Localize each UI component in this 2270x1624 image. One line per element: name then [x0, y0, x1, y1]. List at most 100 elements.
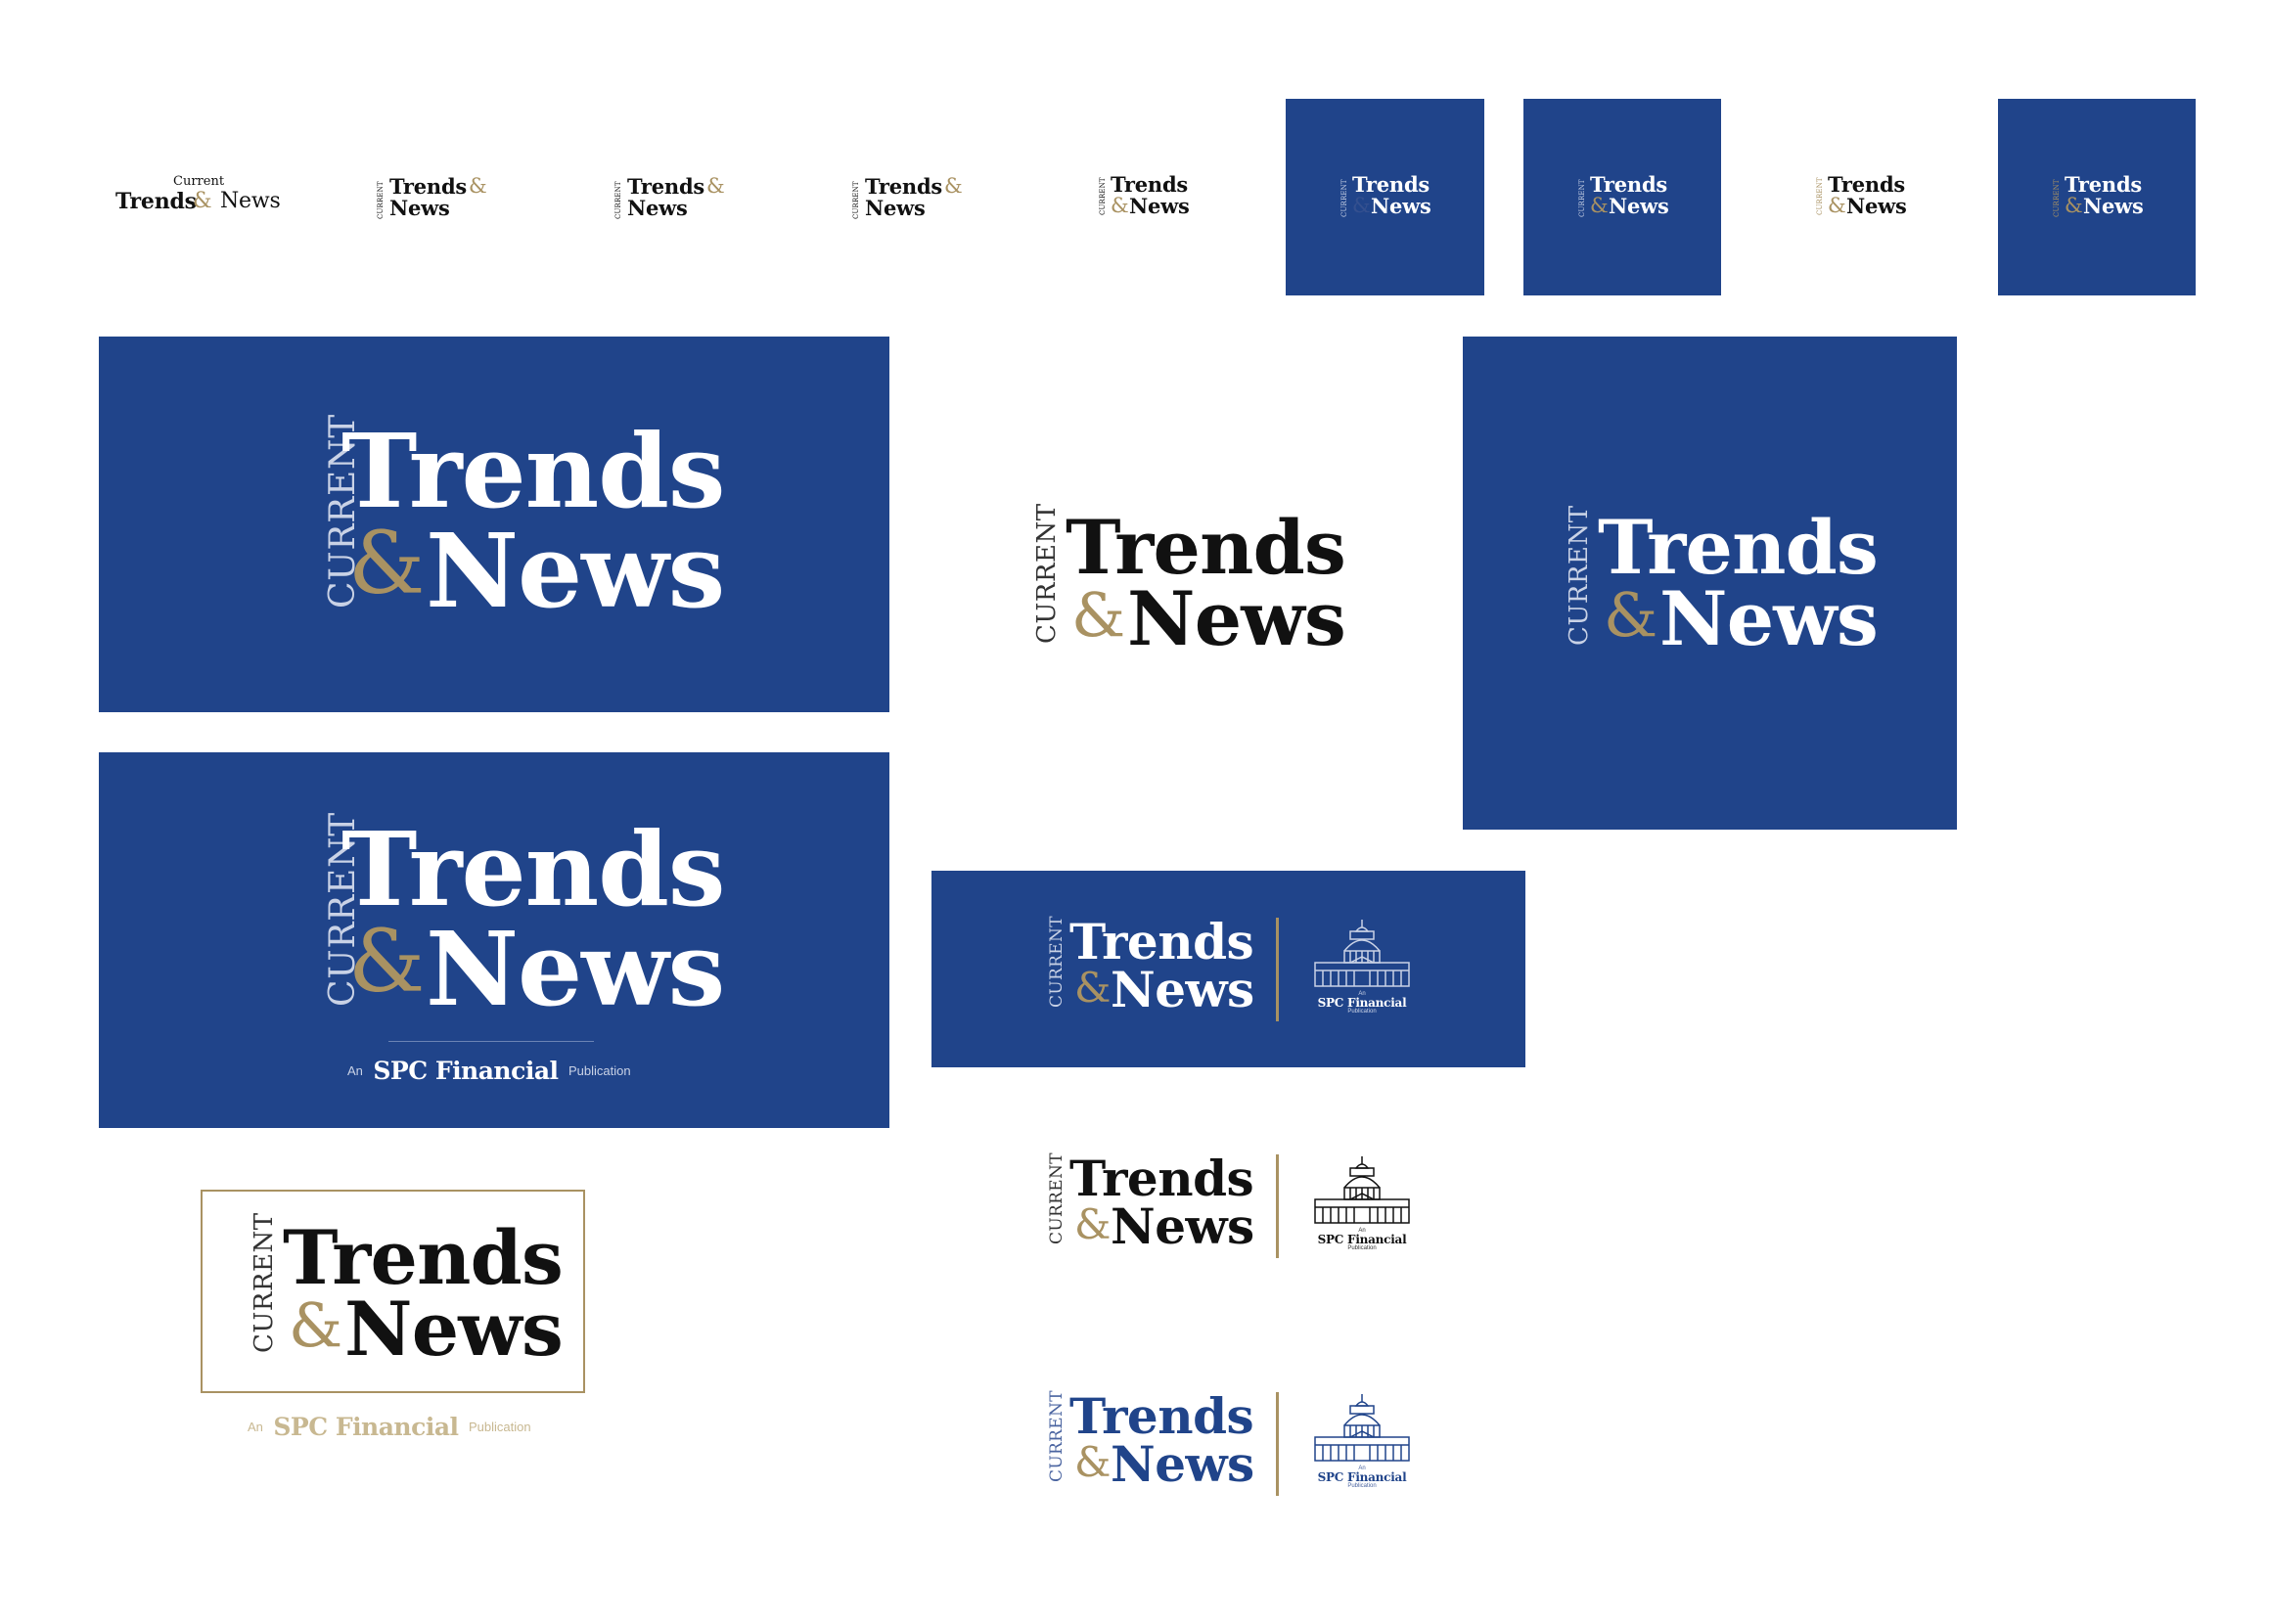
logo-variant-4: CURRENT Trends & News	[852, 174, 971, 223]
logo-news: News	[865, 196, 926, 220]
logo-ampersand: &	[2065, 194, 2083, 217]
logo-variant-3: CURRENT Trends & News	[614, 174, 733, 223]
logo-trends: Trends	[283, 1214, 564, 1301]
logo-variant-5: CURRENT Trends & News	[1099, 172, 1217, 223]
logo-current: CURRENT	[1099, 177, 1107, 215]
lockup-publication: An SPC Financial Publication	[1313, 991, 1411, 1015]
logo-trends: Trends	[1352, 172, 1430, 197]
lockup-publication: An SPC Financial Publication	[1313, 1466, 1411, 1489]
logo-trends: Trends	[627, 174, 705, 199]
publication-brand: SPC Financial	[273, 1413, 459, 1441]
capitol-building-icon	[1314, 920, 1410, 987]
logo-stacked-white: CURRENT Trends & News	[1032, 503, 1346, 655]
logo-banner-blue-large: CURRENT Trends & News	[99, 337, 889, 712]
publication-an: An	[347, 1063, 363, 1078]
logo-ampersand: &	[944, 174, 963, 198]
logo-trends: Trends	[1066, 504, 1346, 591]
logo-tile-blue-1: CURRENT Trends & News	[1286, 99, 1484, 295]
logo-tile-blue-2: CURRENT Trends & News	[1523, 99, 1721, 295]
lockup-divider	[1276, 918, 1279, 1021]
logo-ampersand: &	[289, 1289, 343, 1361]
logo-ampersand: &	[1074, 964, 1112, 1012]
logo-news: News	[1111, 961, 1254, 1018]
logo-current: CURRENT	[2053, 179, 2061, 217]
logo-news: News	[344, 1286, 564, 1373]
lockup-publication: An SPC Financial Publication	[1313, 1228, 1411, 1251]
logo-ampersand: &	[193, 189, 212, 213]
logo-news: News	[389, 196, 450, 220]
logo-news: News	[1371, 194, 1431, 218]
publication-brand: SPC Financial	[373, 1057, 559, 1085]
logo-ampersand: &	[1604, 579, 1658, 651]
logo-trends: Trends	[341, 809, 725, 929]
logo-ampersand: &	[1352, 194, 1371, 217]
logo-ampersand: &	[469, 174, 487, 198]
logo-current: CURRENT	[1565, 505, 1594, 646]
publication-line: An SPC Financial Publication	[347, 1057, 631, 1085]
logo-trends: Trends	[1069, 1150, 1254, 1207]
capitol-building-icon	[1314, 1394, 1410, 1462]
logo-news: News	[1111, 1435, 1254, 1493]
logo-tile-blue-3: CURRENT Trends & News	[1998, 99, 2196, 295]
publication-suffix: Publication	[568, 1063, 631, 1078]
logo-current: CURRENT	[614, 181, 622, 219]
logo-ampersand: &	[1828, 194, 1846, 217]
logo-trends: Trends	[1111, 172, 1189, 197]
logo-banner-blue-publication: CURRENT Trends & News An SPC Financial P…	[99, 752, 889, 1128]
logo-ampersand: &	[348, 911, 426, 1012]
logo-lockup-navy: CURRENT Trends & News An SPC Financial P…	[1047, 1384, 1421, 1502]
logo-news: News	[1127, 575, 1346, 662]
logo-ampersand: &	[1074, 1438, 1112, 1486]
publication-suffix: Publication	[468, 1420, 531, 1434]
logo-current: CURRENT	[1047, 1390, 1067, 1482]
logo-trends: Trends	[1069, 913, 1254, 970]
logo-trends: Trends	[1598, 504, 1879, 591]
logo-lockup-blue: CURRENT Trends & News An SPC Financial P…	[931, 871, 1525, 1067]
logo-news: News	[2083, 194, 2144, 218]
logo-ampersand: &	[1071, 579, 1126, 651]
logo-news: News	[220, 189, 281, 213]
logo-ampersand: &	[1074, 1200, 1112, 1248]
logo-current: CURRENT	[852, 181, 860, 219]
publication-brand: SPC Financial	[1317, 996, 1407, 1010]
logo-variant-1: Current Trends & News	[115, 171, 282, 220]
logo-trends: Trends	[1590, 172, 1668, 197]
logo-current: Current	[173, 174, 225, 189]
logo-lockup-black: CURRENT Trends & News An SPC Financial P…	[1047, 1147, 1421, 1264]
logo-news: News	[1609, 194, 1669, 218]
logo-current: CURRENT	[1047, 1152, 1067, 1244]
logo-trends: Trends	[341, 411, 725, 531]
logo-ampersand: &	[1111, 194, 1129, 217]
logo-ampersand: &	[348, 513, 426, 613]
logo-trends: Trends	[2065, 172, 2143, 197]
logo-current: CURRENT	[1047, 916, 1067, 1008]
logo-ampersand: &	[1590, 194, 1609, 217]
logo-trends: Trends	[1828, 172, 1906, 197]
logo-current: CURRENT	[377, 181, 385, 219]
lockup-divider	[1276, 1154, 1279, 1258]
logo-news: News	[1129, 194, 1190, 218]
logo-news: News	[426, 511, 725, 631]
logo-news: News	[426, 909, 725, 1029]
logo-news: News	[1846, 194, 1907, 218]
logo-current: CURRENT	[1032, 503, 1062, 644]
publication-brand: SPC Financial	[1317, 1233, 1407, 1246]
capitol-building-icon	[1314, 1156, 1410, 1224]
logo-current: CURRENT	[250, 1212, 279, 1353]
logo-trends: Trends	[389, 174, 468, 199]
publication-an: An	[248, 1420, 263, 1434]
logo-variant-2: CURRENT Trends & News	[377, 174, 495, 223]
logo-news: News	[627, 196, 688, 220]
lockup-divider	[1276, 1392, 1279, 1496]
logo-variant-8: CURRENT Trends & News	[1816, 172, 1934, 223]
logo-news: News	[1111, 1197, 1254, 1255]
publication-brand: SPC Financial	[1317, 1470, 1407, 1484]
logo-square-blue: CURRENT Trends & News	[1463, 337, 1957, 830]
logo-trends: Trends	[115, 189, 197, 214]
logo-trends: Trends	[1069, 1387, 1254, 1445]
logo-current: CURRENT	[1340, 179, 1348, 217]
logo-current: CURRENT	[1816, 177, 1824, 215]
logo-trends: Trends	[865, 174, 943, 199]
divider-line	[388, 1041, 594, 1042]
logo-news: News	[1659, 575, 1879, 662]
